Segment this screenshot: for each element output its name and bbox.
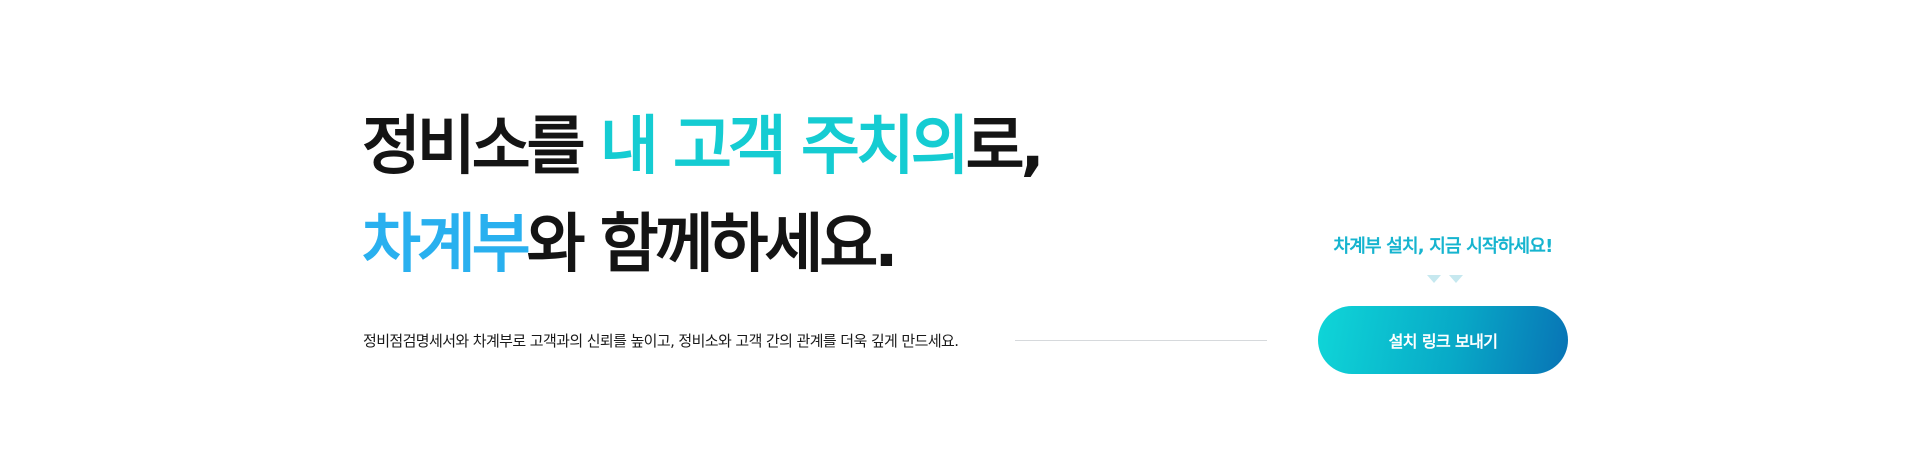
headline: 정비소를 내 고객 주치의로, 차계부와 함께하세요. [362,98,1045,294]
headline-highlight: 차계부 [362,208,531,282]
headline-text: 로, [965,110,1045,184]
chevron-down-icon [1449,275,1463,283]
cta-caption: 차계부 설치, 지금 시작하세요! [1333,236,1554,257]
chevron-down-icon [1427,275,1441,283]
headline-text: 와 함께하세요. [526,208,899,282]
install-banner: 정비소를 내 고객 주치의로, 차계부와 함께하세요. 정비점검명세서와 차계부… [0,0,1920,473]
send-install-link-button[interactable]: 설치 링크 보내기 [1318,306,1568,374]
double-chevron-down-icon [1427,275,1463,285]
headline-line-1: 정비소를 내 고객 주치의로, [362,98,1045,196]
divider [1015,340,1267,341]
headline-text: 정비소를 [362,110,600,184]
headline-line-2: 차계부와 함께하세요. [362,196,1041,294]
headline-highlight: 내 고객 주치의 [599,110,970,184]
description: 정비점검명세서와 차계부로 고객과의 신뢰를 높이고, 정비소와 고객 간의 관… [363,332,959,350]
